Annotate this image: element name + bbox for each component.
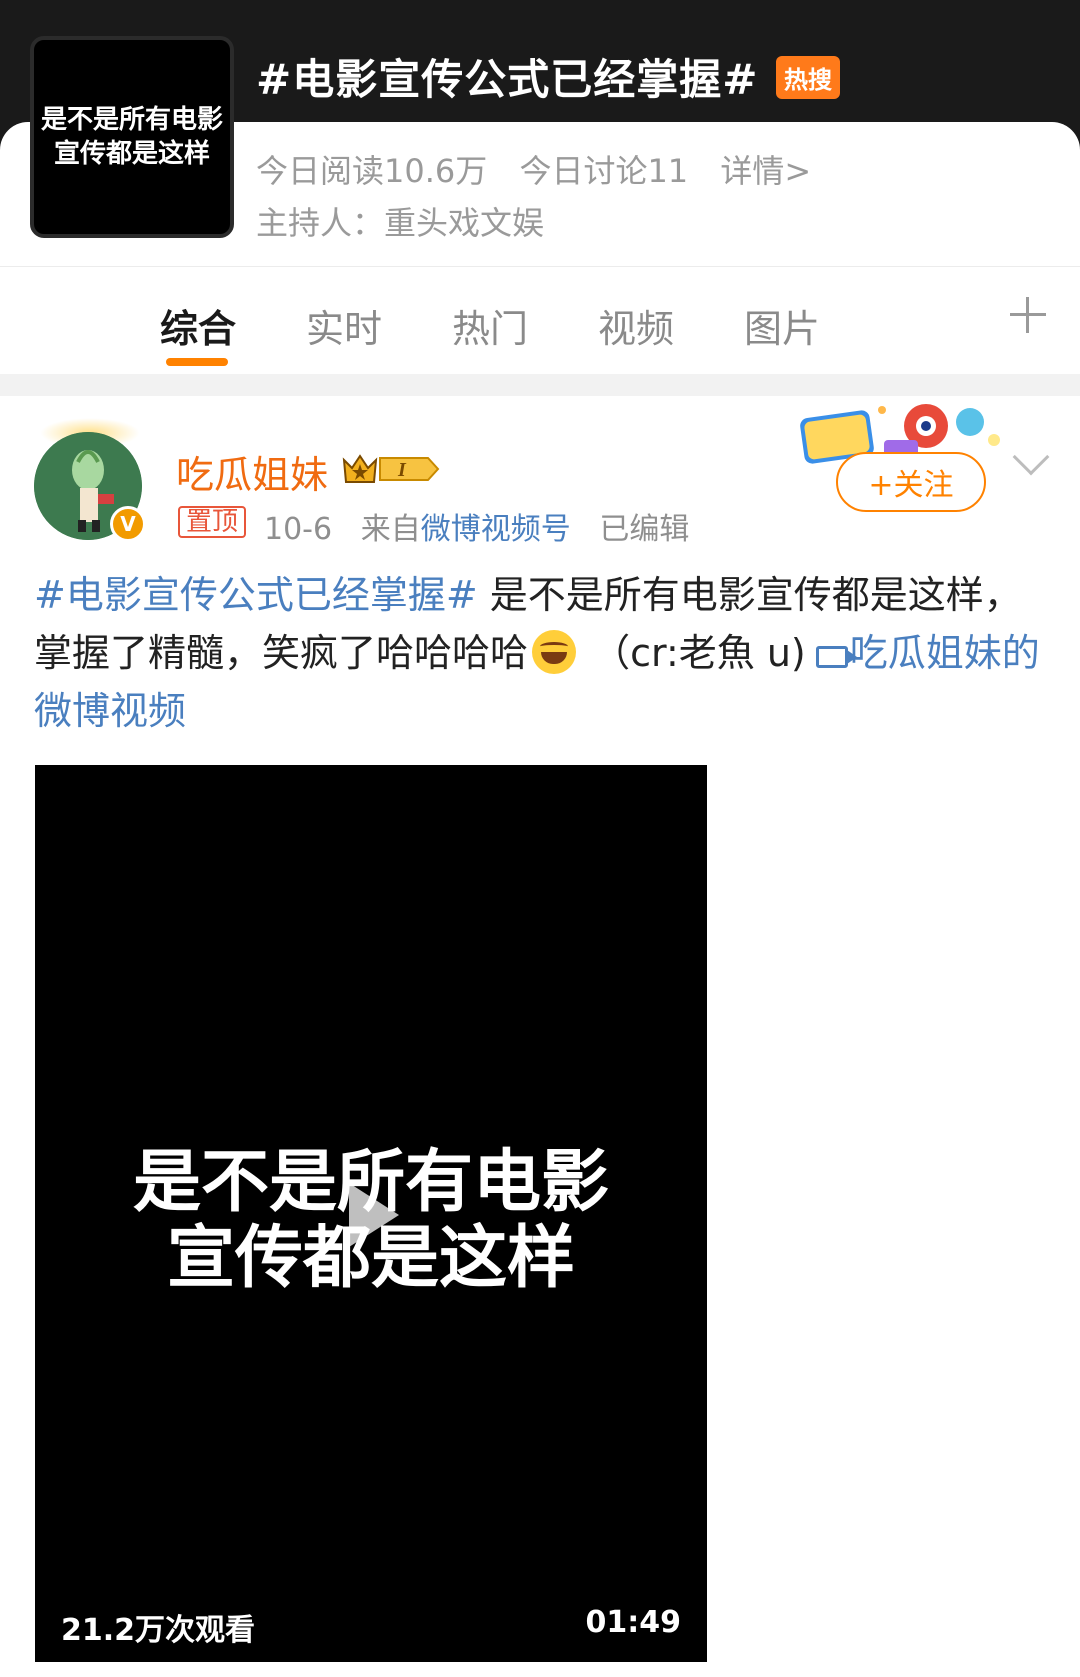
play-icon[interactable] bbox=[349, 1183, 399, 1247]
topic-title: #电影宣传公式已经掌握# bbox=[256, 55, 759, 104]
details-link[interactable]: 详情> bbox=[720, 152, 811, 190]
video-view-count: 21.2万次观看 bbox=[61, 1613, 256, 1648]
topic-thumbnail-text: 是不是所有电影 宣传都是这样 bbox=[40, 105, 223, 169]
tab-hot[interactable]: 热门 bbox=[452, 298, 528, 353]
follow-button[interactable]: +关注 bbox=[836, 452, 986, 512]
add-tab-icon[interactable] bbox=[1010, 297, 1046, 333]
post-source-prefix: 来自 bbox=[360, 512, 421, 547]
edited-label: 已编辑 bbox=[599, 512, 690, 547]
svg-text:I: I bbox=[397, 459, 407, 481]
topic-stats: 今日阅读10.6万 今日讨论11 详情> bbox=[256, 146, 833, 192]
post-meta: 10-6 来自微博视频号 已编辑 bbox=[264, 504, 689, 548]
reads-today: 今日阅读10.6万 bbox=[256, 152, 488, 190]
tab-realtime[interactable]: 实时 bbox=[306, 298, 382, 353]
verified-badge-icon: V bbox=[110, 506, 146, 542]
post-body: #电影宣传公式已经掌握# 是不是所有电影宣传都是这样，掌握了精髓，笑疯了哈哈哈哈… bbox=[34, 566, 1044, 740]
video-player[interactable]: 是不是所有电影 宣传都是这样 21.2万次观看 01:49 bbox=[35, 765, 707, 1662]
post-text-credit: （cr:老魚 u) bbox=[580, 631, 806, 675]
pinned-badge: 置顶 bbox=[178, 506, 247, 538]
tabs-divider bbox=[0, 266, 1080, 267]
discussions-today: 今日讨论11 bbox=[519, 152, 689, 190]
post-date: 10-6 bbox=[264, 512, 333, 547]
tab-images[interactable]: 图片 bbox=[744, 298, 820, 353]
post-source-link[interactable]: 微博视频号 bbox=[421, 512, 571, 547]
video-link-icon[interactable] bbox=[815, 646, 857, 668]
section-divider bbox=[0, 374, 1080, 396]
tab-video[interactable]: 视频 bbox=[598, 298, 674, 353]
video-duration: 01:49 bbox=[585, 1605, 682, 1640]
tab-comprehensive[interactable]: 综合 bbox=[160, 298, 236, 353]
member-crown-icon[interactable]: I bbox=[342, 452, 440, 486]
author-name[interactable]: 吃瓜姐妹 bbox=[176, 444, 328, 499]
topic-thumbnail[interactable]: 是不是所有电影 宣传都是这样 bbox=[30, 36, 234, 238]
laugh-cry-emoji-icon bbox=[532, 630, 577, 674]
topic-host: 主持人：重头戏文娱 bbox=[256, 204, 545, 242]
hot-search-badge: 热搜 bbox=[776, 56, 840, 99]
post-menu-chevron-icon[interactable] bbox=[1012, 438, 1050, 476]
active-tab-indicator bbox=[166, 358, 228, 366]
topic-tag-link[interactable]: #电影宣传公式已经掌握# bbox=[34, 573, 478, 617]
